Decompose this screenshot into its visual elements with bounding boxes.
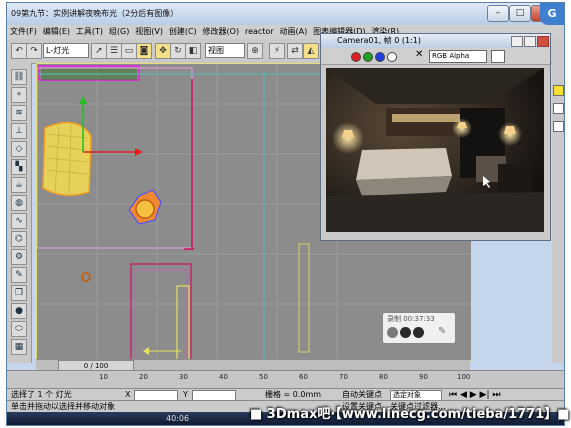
hierarchy-icon[interactable]: ⊥	[11, 123, 27, 139]
material-editor-icon[interactable]: ◍	[11, 195, 27, 211]
menu-reactor[interactable]: reactor	[245, 26, 274, 38]
spotlight-object[interactable]	[128, 189, 162, 225]
render-close-button[interactable]	[537, 36, 549, 47]
cylinder-icon[interactable]: ⬭	[11, 321, 27, 337]
rectangular-selection-icon[interactable]: ▭	[121, 43, 137, 59]
undo-icon[interactable]: ↶	[11, 43, 27, 59]
panel-checkbox[interactable]	[553, 103, 564, 114]
color-swatch[interactable]	[553, 85, 564, 96]
light-target-icon[interactable]	[81, 272, 91, 282]
render-window-title: Camera01, 帧 0 (1:1)	[337, 36, 421, 45]
reference-coordinate-dropdown[interactable]: 视图	[205, 43, 245, 58]
plane-icon[interactable]: ▦	[11, 339, 27, 355]
menu-file[interactable]: 文件(F)	[10, 26, 37, 38]
tick-label: 30	[179, 373, 188, 381]
recorder-panel[interactable]: 录制 00:37:33 ✎	[382, 312, 456, 344]
tick-label: 40	[219, 373, 228, 381]
tick-label: 90	[419, 373, 428, 381]
window-title: 09第九节：实例讲解夜晚布光（2分后有图像）	[11, 9, 179, 18]
select-by-name-icon[interactable]: ☰	[106, 43, 122, 59]
watermark-text: ■ 3Dmax吧·【www.linecg.com/tieba/1771】■	[250, 407, 570, 422]
minimize-button[interactable]: –	[487, 5, 509, 22]
snap-icon[interactable]: ⚡	[269, 43, 285, 59]
tick-label: 100	[457, 373, 471, 381]
corner-logo-icon: G	[540, 3, 564, 25]
command-panel	[552, 63, 564, 363]
gear-icon[interactable]: ⚙	[11, 249, 27, 265]
rotate-icon[interactable]: ↻	[170, 43, 186, 59]
schematic-view-icon[interactable]: ⌬	[11, 231, 27, 247]
rendered-bedroom-image	[326, 68, 544, 232]
render-window-toolbar: ✕ RGB Alpha	[321, 48, 550, 65]
channel-dropdown[interactable]: RGB Alpha	[429, 50, 487, 63]
render-window-title-bar: Camera01, 帧 0 (1:1)	[321, 34, 550, 48]
selection-filter-dropdown[interactable]: L-灯光	[43, 43, 89, 58]
alpha-channel-toggle[interactable]	[387, 52, 397, 62]
render-maximize-button[interactable]	[524, 36, 536, 47]
clock: 40:06	[166, 414, 190, 423]
tick-label: 50	[259, 373, 268, 381]
red-channel-toggle[interactable]	[351, 52, 361, 62]
panel-checkbox[interactable]	[553, 121, 564, 132]
record-button[interactable]	[387, 327, 398, 338]
recorder-label: 录制 00:37:33	[387, 315, 435, 323]
redo-icon[interactable]: ↷	[26, 43, 42, 59]
tick-label: 60	[299, 373, 308, 381]
menu-modifiers[interactable]: 修改器(O)	[203, 26, 240, 38]
select-object-icon[interactable]: ➚	[91, 43, 107, 59]
color-swatch[interactable]	[491, 50, 505, 63]
bind-space-warp-icon[interactable]: ≋	[11, 105, 27, 121]
menu-edit[interactable]: 编辑(E)	[43, 26, 70, 38]
title-bar: 09第九节：实例讲解夜晚布光（2分后有图像） – □ ×	[7, 3, 564, 25]
clone-icon[interactable]: ❐	[11, 285, 27, 301]
unlink-icon[interactable]: ⚬	[11, 87, 27, 103]
pivot-center-icon[interactable]: ⊕	[247, 43, 263, 59]
teapot-icon[interactable]: ☕	[11, 177, 27, 193]
link-icon[interactable]: ⛓	[11, 69, 27, 85]
clear-icon[interactable]: ✕	[415, 49, 423, 60]
lamp-object-selected[interactable]	[42, 121, 92, 197]
curve-editor-icon[interactable]: ∿	[11, 213, 27, 229]
render-scene-icon[interactable]: ▚	[11, 159, 27, 175]
menu-create[interactable]: 创建(C)	[169, 26, 197, 38]
tick-label: 10	[99, 373, 108, 381]
menu-animation[interactable]: 动画(A)	[279, 26, 307, 38]
tick-label: 70	[339, 373, 348, 381]
left-toolbar: ⛓ ⚬ ≋ ⊥ ◇ ▚ ☕ ◍ ∿ ⌬ ⚙ ✎ ❐ ● ⬭ ▦	[7, 63, 32, 363]
scale-icon[interactable]: ◧	[185, 43, 201, 59]
window-crossing-icon[interactable]: ◙	[136, 43, 152, 59]
menu-group[interactable]: 组(G)	[109, 26, 129, 38]
mirror-icon[interactable]: ⇄	[287, 43, 303, 59]
render-minimize-button[interactable]	[511, 36, 523, 47]
align-icon[interactable]: ◭	[303, 43, 319, 59]
menu-tools[interactable]: 工具(T)	[76, 26, 103, 38]
pause-button[interactable]	[400, 327, 411, 338]
blue-channel-toggle[interactable]	[375, 52, 385, 62]
select-region-icon[interactable]: ◇	[11, 141, 27, 157]
menu-views[interactable]: 视图(V)	[135, 26, 163, 38]
paint-icon[interactable]: ✎	[11, 267, 27, 283]
timeline-ruler[interactable]: 10 20 30 40 50 60 70 80 90 100	[7, 370, 564, 389]
green-channel-toggle[interactable]	[363, 52, 373, 62]
sphere-icon[interactable]: ●	[11, 303, 27, 319]
move-icon[interactable]: ✥	[155, 43, 171, 59]
maximize-button[interactable]: □	[509, 5, 531, 22]
tick-label: 20	[139, 373, 148, 381]
tick-label: 80	[379, 373, 388, 381]
stop-button[interactable]	[413, 327, 424, 338]
rendered-frame-window[interactable]: Camera01, 帧 0 (1:1) ✕ RGB Alpha	[320, 33, 551, 241]
tools-icon[interactable]: ✎	[438, 326, 446, 337]
